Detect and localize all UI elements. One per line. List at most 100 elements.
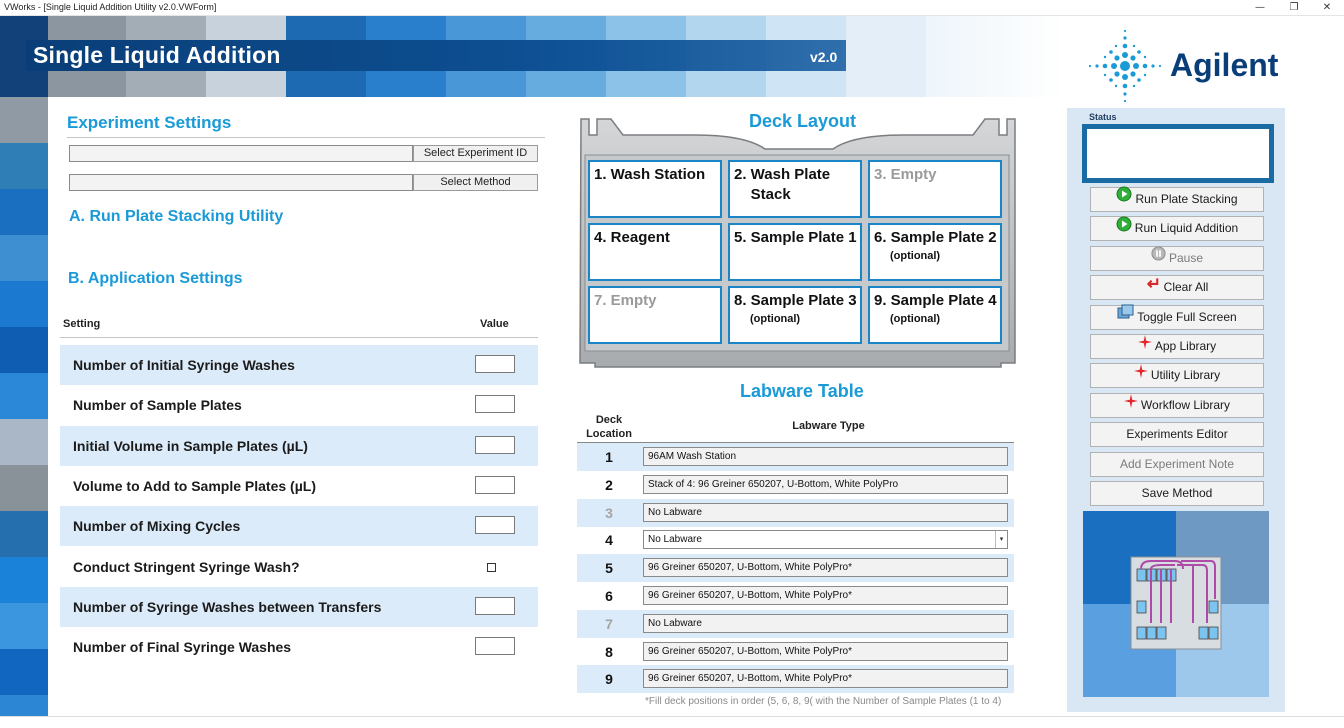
deck-location-number: 4 xyxy=(605,532,613,549)
close-button[interactable]: ✕ xyxy=(1310,0,1344,15)
button-label: Run Plate Stacking xyxy=(1135,192,1238,206)
workflow-library-button[interactable]: Workflow Library xyxy=(1090,392,1264,418)
labware-type-field[interactable]: 96AM Wash Station xyxy=(643,447,1008,466)
run-plate-stacking-button[interactable]: Run Plate Stacking xyxy=(1090,186,1264,212)
labware-table-heading: Labware Table xyxy=(740,381,864,401)
deck-position-optional-note: (optional) xyxy=(750,313,801,325)
deck-location-number: 1 xyxy=(605,449,613,465)
minimize-button[interactable]: — xyxy=(1243,0,1277,15)
labware-type-field[interactable]: 96 Greiner 650207, U-Bottom, White PolyP… xyxy=(643,586,1008,605)
app-version: v2.0 xyxy=(810,49,838,65)
deck-layout: 1. Wash Station 2. Wash Plate Stack 3. Emp… xyxy=(575,113,1020,370)
setting-value-input[interactable] xyxy=(475,637,515,656)
protocol-diagram xyxy=(1083,511,1269,697)
labware-type-field[interactable]: 96 Greiner 650207, U-Bottom, White PolyP… xyxy=(643,641,1008,661)
setting-value-input[interactable] xyxy=(475,596,515,615)
labware-type-text: 96 Greiner 650207, U-Bottom, White PolyP… xyxy=(648,673,852,685)
deck-position-7: 7. Empty xyxy=(588,286,722,344)
app-library-button[interactable]: App Library xyxy=(1090,334,1264,359)
run-liquid-addition-button[interactable]: Run Liquid Addition xyxy=(1090,216,1264,242)
setting-value-input[interactable] xyxy=(475,355,515,373)
deck-position-4: 4. Reagent xyxy=(588,223,722,281)
status-text xyxy=(1087,129,1269,178)
button-label: Clear All xyxy=(1163,280,1209,295)
divider xyxy=(67,137,545,138)
deck-position-5: 5. Sample Plate 1 xyxy=(728,223,862,281)
setting-value-input[interactable] xyxy=(475,516,515,535)
method-field[interactable] xyxy=(69,174,413,191)
add-experiment-note-button[interactable]: Add Experiment Note xyxy=(1090,451,1264,477)
button-label: Add Experiment Note xyxy=(1119,456,1235,471)
deck-location-column-header: Deck Location xyxy=(586,414,632,440)
deck-location-number: 5 xyxy=(605,560,613,577)
setting-column-header: Setting xyxy=(63,318,101,330)
deck-position-label: 6. Sample Plate 2 xyxy=(874,229,997,246)
utility-library-button[interactable]: Utility Library xyxy=(1090,363,1264,389)
deck-location-number: 7 xyxy=(605,615,613,632)
labware-row: 7 No Labware xyxy=(577,609,1014,638)
agilent-spark-icon xyxy=(1088,29,1162,103)
save-method-button[interactable]: Save Method xyxy=(1090,481,1264,506)
app-title: Single Liquid Addition xyxy=(33,42,281,68)
pause-icon xyxy=(1151,246,1166,269)
setting-row: Number of Syringe Washes between Transfe… xyxy=(60,586,538,627)
deck-position-label: 1. Wash Station xyxy=(594,166,706,183)
deck-position-label: 2. Wash Plate Stack xyxy=(734,166,831,203)
labware-type-text: 96AM Wash Station xyxy=(648,451,737,462)
setting-label: Conduct Stringent Syringe Wash? xyxy=(73,558,300,575)
labware-row: 4 No Labware ▾ xyxy=(577,526,1014,554)
button-label: App Library xyxy=(1154,339,1217,353)
labware-type-text: 96 Greiner 650207, U-Bottom, White PolyP… xyxy=(648,590,852,601)
deck-position-label: 7. Empty xyxy=(594,292,657,309)
setting-label: Number of Sample Plates xyxy=(73,397,242,414)
setting-row: Number of Sample Plates xyxy=(60,385,538,425)
deck-position-1: 1. Wash Station xyxy=(588,160,722,218)
window-title: VWorks - [Single Liquid Addition Utility… xyxy=(4,2,217,12)
setting-label: Number of Syringe Washes between Transfe… xyxy=(73,598,382,615)
labware-type-text: Stack of 4: 96 Greiner 650207, U-Bottom,… xyxy=(648,478,899,490)
select-experiment-id-button[interactable]: Select Experiment ID xyxy=(413,145,538,162)
deck-location-number: 9 xyxy=(605,671,613,688)
experiment-id-field[interactable] xyxy=(69,145,413,162)
select-method-button[interactable]: Select Method xyxy=(413,174,538,191)
labware-row: 5 96 Greiner 650207, U-Bottom, White Poly… xyxy=(577,554,1014,583)
deck-position-optional-note: (optional) xyxy=(890,250,941,262)
liquid-transfer-diagram-icon xyxy=(1083,511,1269,697)
labware-type-text: 96 Greiner 650207, U-Bottom, White PolyP… xyxy=(648,645,852,657)
labware-type-field[interactable]: No Labware xyxy=(643,502,1008,522)
deck-position-label: 4. Reagent xyxy=(594,229,670,246)
setting-value-input[interactable] xyxy=(475,435,515,454)
setting-value-input[interactable] xyxy=(475,475,515,494)
labware-type-field[interactable]: 96 Greiner 650207, U-Bottom, White PolyP… xyxy=(643,558,1008,578)
sparkle-icon xyxy=(1123,393,1138,416)
labware-type-text: No Labware xyxy=(648,506,702,518)
setting-label: Number of Initial Syringe Washes xyxy=(73,357,295,373)
maximize-button[interactable]: ❐ xyxy=(1277,0,1311,15)
sparkle-icon xyxy=(1137,334,1152,357)
decorative-left-stripe xyxy=(0,16,48,716)
setting-row: Volume to Add to Sample Plates (µL) xyxy=(60,466,538,506)
deck-position-8: 8. Sample Plate 3 (optional) xyxy=(728,286,862,344)
toggle-full-screen-button[interactable]: Toggle Full Screen xyxy=(1090,304,1264,330)
play-icon xyxy=(1116,216,1132,240)
labware-type-field[interactable]: Stack of 4: 96 Greiner 650207, U-Bottom,… xyxy=(643,474,1008,494)
windows-icon xyxy=(1117,304,1134,327)
experiments-editor-button[interactable]: Experiments Editor xyxy=(1090,422,1264,448)
deck-position-label: 8. Sample Plate 3 xyxy=(734,292,857,309)
play-icon xyxy=(1116,186,1132,210)
button-label: Workflow Library xyxy=(1140,397,1231,412)
setting-value-input[interactable] xyxy=(475,395,515,414)
chevron-down-icon[interactable]: ▾ xyxy=(995,531,1007,549)
labware-type-field[interactable]: No Labware xyxy=(643,613,1008,633)
stringent-wash-checkbox[interactable] xyxy=(487,562,496,572)
return-arrow-icon xyxy=(1146,275,1161,298)
labware-row: 8 96 Greiner 650207, U-Bottom, White Poly… xyxy=(577,638,1014,666)
setting-row: Initial Volume in Sample Plates (µL) xyxy=(60,425,538,466)
deck-position-label: 5. Sample Plate 1 xyxy=(734,229,857,246)
status-box xyxy=(1082,124,1274,183)
clear-all-button[interactable]: Clear All xyxy=(1090,275,1264,301)
labware-type-field[interactable]: 96 Greiner 650207, U-Bottom, White PolyP… xyxy=(643,669,1008,689)
pause-button[interactable]: Pause xyxy=(1090,245,1264,271)
section-a-heading: A. Run Plate Stacking Utility xyxy=(69,208,284,225)
labware-type-dropdown[interactable]: No Labware ▾ xyxy=(643,530,1008,550)
